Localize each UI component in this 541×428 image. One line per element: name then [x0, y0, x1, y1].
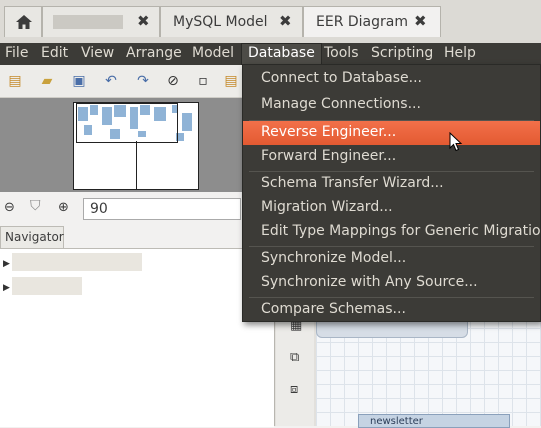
navigator-tab[interactable]: Navigator [0, 226, 64, 248]
menu-file[interactable]: File [5, 45, 28, 61]
toolbar: ▤ ▰ ▣ ↶ ↷ ⊘ ▫ ▤ [0, 65, 242, 98]
zoom-in-icon[interactable]: ⊕ [58, 200, 69, 215]
menu-tools[interactable]: Tools [324, 45, 359, 61]
mouse-cursor-icon [449, 132, 463, 152]
blurred-tab-label [53, 15, 123, 29]
menu-model[interactable]: Model [192, 45, 234, 61]
menu-item-connect-to-database[interactable]: Connect to Database... [243, 67, 540, 91]
tab-label: MySQL Model [173, 14, 268, 30]
toggle-grid-icon[interactable]: ⊘ [164, 72, 182, 90]
view-tool-icon[interactable]: ⧉ [290, 350, 299, 365]
close-icon[interactable]: ✖ [414, 12, 427, 30]
home-icon [16, 15, 32, 29]
menu-item-synchronize-any-source[interactable]: Synchronize with Any Source... [243, 271, 540, 295]
newsletter-table-label: newsletter [370, 416, 423, 427]
zoom-out-icon[interactable]: ⊖ [4, 200, 15, 215]
navigator-tree[interactable]: ▶ ▶ [0, 248, 274, 427]
menu-help[interactable]: Help [444, 45, 476, 61]
blurred-tree-item [12, 253, 142, 271]
menu-arrange[interactable]: Arrange [126, 45, 182, 61]
tab-mysql-model[interactable]: MySQL Model ✖ [160, 6, 303, 37]
menu-edit[interactable]: Edit [41, 45, 68, 61]
blurred-tree-item [12, 277, 82, 295]
save-icon[interactable]: ▣ [70, 72, 88, 90]
zoom-fit-icon[interactable]: ⛉ [30, 198, 41, 214]
database-menu-dropdown: Connect to Database... Manage Connection… [242, 64, 541, 322]
menu-database[interactable]: Database [241, 43, 322, 66]
open-folder-icon[interactable]: ▰ [38, 72, 56, 90]
close-icon[interactable]: ✖ [137, 12, 150, 30]
routine-tool-icon[interactable]: ⧈ [290, 382, 298, 397]
menu-item-compare-schemas[interactable]: Compare Schemas... [243, 298, 540, 322]
tab-bar: ✖ MySQL Model ✖ EER Diagram ✖ [0, 0, 541, 44]
menu-item-forward-engineer[interactable]: Forward Engineer... [243, 145, 540, 169]
zoom-input[interactable]: 90 [83, 198, 241, 220]
menu-item-migration-wizard[interactable]: Migration Wizard... [243, 196, 540, 220]
menu-view[interactable]: View [81, 45, 114, 61]
close-icon[interactable]: ✖ [279, 12, 292, 30]
redo-icon[interactable]: ↷ [134, 72, 152, 90]
menu-item-reverse-engineer[interactable]: Reverse Engineer... [243, 121, 540, 145]
new-diagram-icon[interactable]: ▤ [222, 72, 240, 90]
menu-item-synchronize-model[interactable]: Synchronize Model... [243, 247, 540, 271]
tab-label: EER Diagram [316, 14, 408, 30]
menu-item-schema-transfer-wizard[interactable]: Schema Transfer Wizard... [243, 172, 540, 196]
menu-item-manage-connections[interactable]: Manage Connections... [243, 93, 540, 117]
navigator-thumbnail[interactable] [73, 102, 199, 190]
menu-scripting[interactable]: Scripting [371, 45, 433, 61]
align-icon[interactable]: ▫ [194, 72, 212, 90]
tab-home[interactable] [4, 6, 42, 37]
expand-arrow-icon[interactable]: ▶ [3, 283, 10, 293]
menu-item-edit-type-mappings[interactable]: Edit Type Mappings for Generic Migration… [243, 220, 540, 244]
undo-icon[interactable]: ↶ [102, 72, 120, 90]
expand-arrow-icon[interactable]: ▶ [3, 259, 10, 269]
tab-blurred[interactable]: ✖ [42, 6, 160, 37]
new-document-icon[interactable]: ▤ [6, 72, 24, 90]
tab-eer-diagram[interactable]: EER Diagram ✖ [303, 6, 441, 37]
menu-bar: File Edit View Arrange Model Database To… [0, 43, 541, 66]
